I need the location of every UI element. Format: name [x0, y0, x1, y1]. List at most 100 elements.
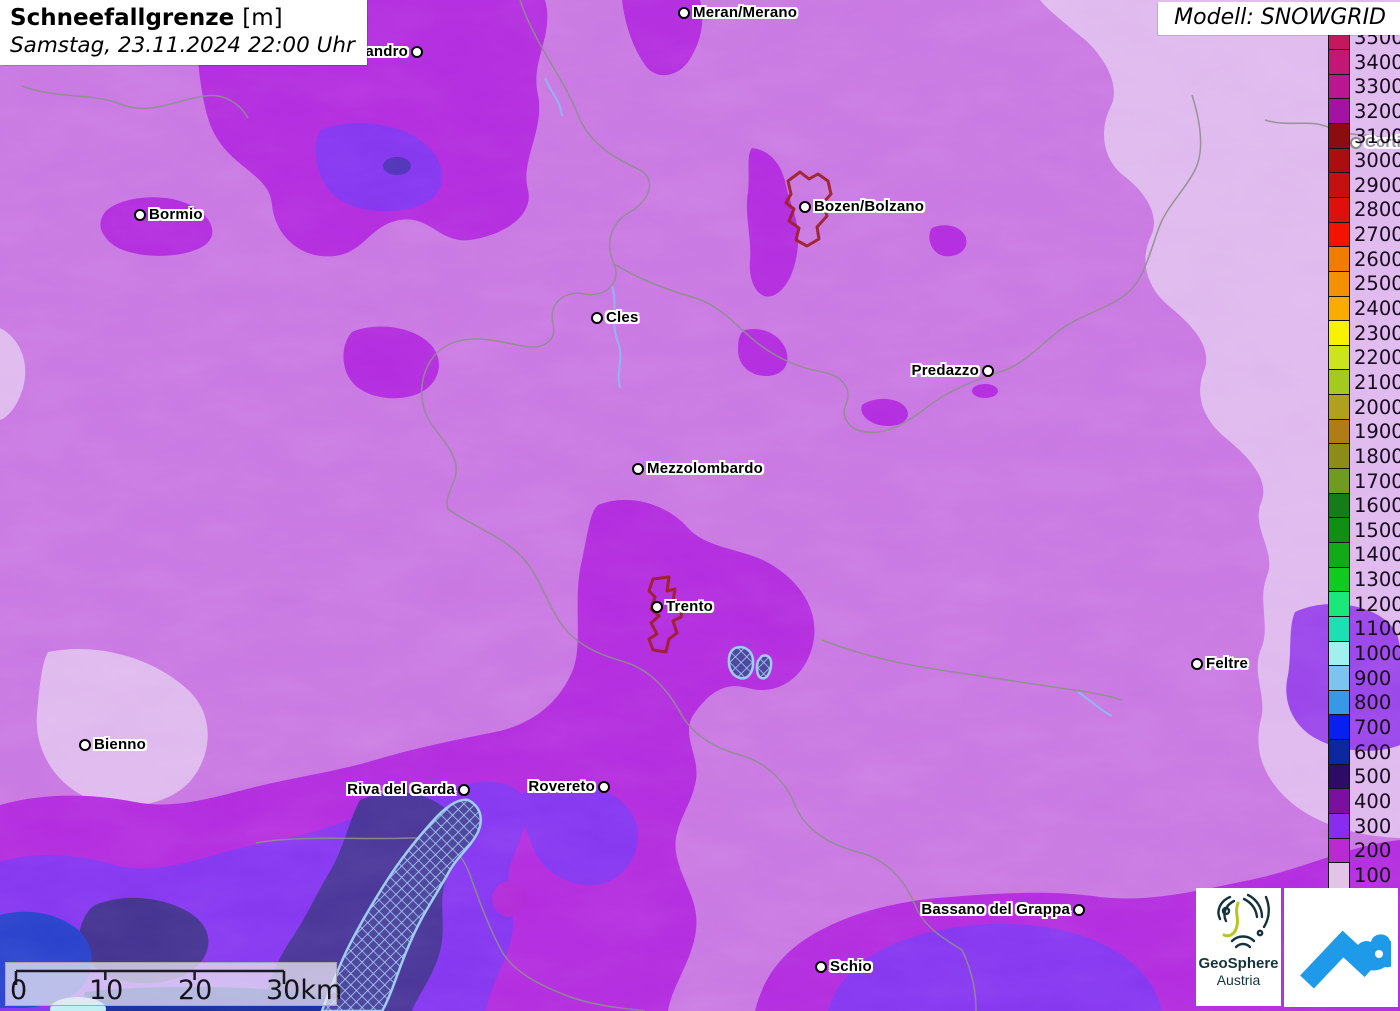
legend-value: 2300 [1354, 321, 1400, 345]
legend-entry: 300 [1328, 813, 1400, 840]
legend-entry: 1000 [1328, 640, 1400, 668]
legend-entry: 2800 [1328, 196, 1400, 224]
legend-swatch [1328, 172, 1350, 199]
legend-entry: 3000 [1328, 147, 1400, 175]
city-marker-bassano-del-grappa [1073, 904, 1085, 916]
legend-entry: 1200 [1328, 591, 1400, 618]
legend-entry: 3400 [1328, 49, 1400, 76]
legend-entry: 3300 [1328, 73, 1400, 101]
city-marker-bozen-bolzano [799, 201, 811, 213]
legend-swatch [1328, 443, 1350, 471]
legend-value: 400 [1354, 789, 1392, 813]
legend-swatch [1328, 221, 1350, 249]
mountain-cloud-logo-icon [1300, 930, 1391, 989]
city-marker-bormio [134, 209, 146, 221]
scale-label-30: 30km [266, 975, 343, 1006]
legend-swatch [1328, 98, 1350, 126]
legend-entry: 1100 [1328, 615, 1400, 643]
legend-value: 300 [1354, 814, 1392, 838]
city-label-riva-del-garda: Riva del Garda [347, 780, 455, 798]
legend-swatch [1328, 196, 1350, 224]
legend-entry: 3100 [1328, 123, 1400, 150]
legend-swatch [1328, 615, 1350, 643]
legend-value: 600 [1354, 740, 1392, 764]
city-marker-meran-merano [678, 7, 690, 19]
legend-value: 700 [1354, 715, 1392, 739]
city-label-meran-merano: Meran/Merano [693, 3, 798, 21]
legend-entry: 2500 [1328, 270, 1400, 298]
partner-logo-box [1284, 888, 1398, 1007]
city-label-trento: Trento [666, 597, 714, 615]
legend-entry: 700 [1328, 714, 1400, 742]
city-marker-rovereto [598, 781, 610, 793]
legend-value: 2500 [1354, 272, 1400, 296]
legend-swatch [1328, 49, 1350, 76]
legend-value: 1800 [1354, 444, 1400, 468]
legend-value: 1100 [1354, 617, 1400, 641]
legend-swatch [1328, 862, 1350, 889]
legend-entry: 2300 [1328, 320, 1400, 347]
legend-value: 2800 [1354, 198, 1400, 222]
legend-entry: 1900 [1328, 418, 1400, 446]
legend-swatch [1328, 763, 1350, 791]
legend-entry: 100 [1328, 862, 1400, 889]
legend-entry: 2400 [1328, 295, 1400, 323]
legend-swatch [1328, 640, 1350, 668]
legend-swatch [1328, 320, 1350, 347]
title-main: Schneefallgrenze [10, 5, 235, 31]
legend-swatch [1328, 739, 1350, 766]
legend-entry: 1500 [1328, 517, 1400, 544]
legend-swatch [1328, 246, 1350, 273]
legend-entry: 500 [1328, 763, 1400, 791]
city-label-bozen-bolzano: Bozen/Bolzano [814, 197, 925, 215]
city-marker-mezzolombardo [632, 463, 644, 475]
city-label-predazzo: Predazzo [911, 361, 979, 379]
legend-entry: 1800 [1328, 443, 1400, 471]
legend-value: 3000 [1354, 149, 1400, 173]
legend-swatch [1328, 492, 1350, 520]
legend-value: 2600 [1354, 247, 1400, 271]
legend-swatch [1328, 689, 1350, 717]
legend-swatch [1328, 73, 1350, 101]
title-unit: [m] [242, 5, 283, 31]
legend-value: 1900 [1354, 420, 1400, 444]
legend-value: 2700 [1354, 223, 1400, 247]
legend-swatch [1328, 418, 1350, 446]
legend-swatch [1328, 369, 1350, 397]
legend-value: 100 [1354, 863, 1392, 887]
legend-swatch [1328, 813, 1350, 840]
legend-value: 2200 [1354, 346, 1400, 370]
legend-value: 3100 [1354, 124, 1400, 148]
city-label-mezzolombardo: Mezzolombardo [647, 459, 763, 477]
legend-swatch [1328, 295, 1350, 323]
city-marker-predazzo [982, 365, 994, 377]
scale-bar: 0 10 20 30km [5, 962, 342, 1006]
legend-value: 3200 [1354, 99, 1400, 123]
city-label-bormio: Bormio [149, 205, 203, 223]
legend-value: 3400 [1354, 50, 1400, 74]
legend-entry: 3200 [1328, 98, 1400, 126]
legend-value: 2900 [1354, 173, 1400, 197]
city-label-rovereto: Rovereto [528, 777, 595, 795]
scale-label-10: 10 [89, 975, 124, 1006]
scale-label-0: 0 [10, 975, 28, 1006]
snowgrid-map-page: Meran/Merano s/Silandro Bormio Bozen/Bolzan… [0, 0, 1400, 1011]
legend-swatch [1328, 541, 1350, 569]
city-label-bienno: Bienno [94, 735, 147, 753]
legend-entry: 800 [1328, 689, 1400, 717]
legend-value: 1300 [1354, 568, 1400, 592]
geosphere-logo-text: GeoSphere [1198, 955, 1279, 972]
legend-entry: 1400 [1328, 541, 1400, 569]
legend-swatch [1328, 123, 1350, 150]
legend-entry: 1700 [1328, 468, 1400, 495]
legend-value: 2100 [1354, 370, 1400, 394]
legend-swatch [1328, 468, 1350, 495]
legend-value: 1000 [1354, 642, 1400, 666]
legend-value: 800 [1354, 691, 1392, 715]
legend-value: 1200 [1354, 592, 1400, 616]
city-layer: Meran/Merano s/Silandro Bormio Bozen/Bolzan… [0, 0, 1400, 1011]
city-marker-riva-del-garda [458, 784, 470, 796]
city-marker-cles [591, 312, 603, 324]
legend-value: 1500 [1354, 518, 1400, 542]
geosphere-contour-icon [1216, 893, 1270, 949]
